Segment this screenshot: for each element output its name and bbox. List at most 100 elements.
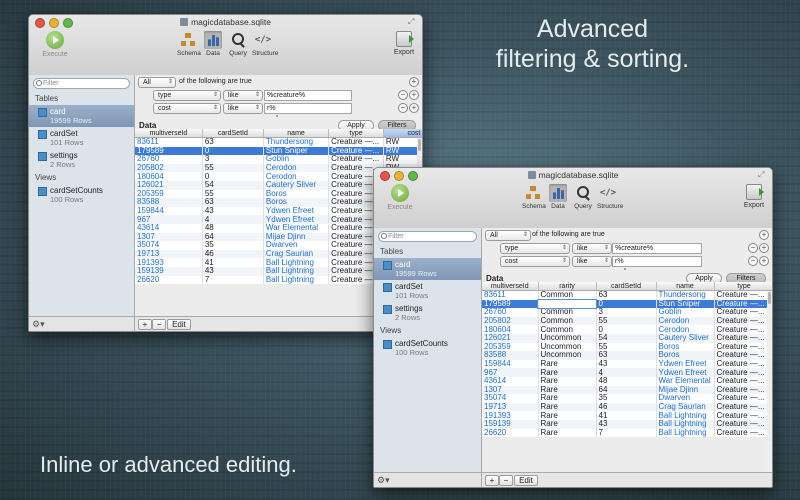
cell-type[interactable]: Creature —... [328,155,384,164]
cell-cardsetid[interactable]: 41 [596,411,657,420]
cell-multiverseid[interactable]: 83588 [135,198,203,207]
vertical-scrollbar[interactable] [767,291,772,472]
remove-filter-icon[interactable]: − [748,243,758,253]
table-row[interactable]: 191393 Rare 41 Ball Lightning Creature —... [482,411,772,420]
filter-op-select[interactable]: like [572,243,612,254]
cell-type[interactable]: Creature —... [714,394,772,403]
cell-rarity[interactable]: Rare [538,368,597,377]
cell-multiverseid[interactable]: 159139 [482,419,539,429]
sidebar-item-settings[interactable]: settings 2 Rows [374,302,481,324]
filter-value-input[interactable]: %creature% [612,243,702,254]
cell-name[interactable]: Ball Lightning [656,428,715,438]
cell-multiverseid[interactable]: 191393 [482,411,539,420]
table-row[interactable]: 205802 Common 55 Cerodon Creature —... [482,316,772,326]
edit-row-button[interactable]: Edit [167,319,191,330]
cell-rarity[interactable]: Common [538,290,597,300]
cell-type[interactable]: Creature —... [714,376,772,386]
table-row[interactable]: 35074 Rare 35 Dwarven Creature —... [482,394,772,403]
add-row-button[interactable]: + [138,319,152,330]
remove-filter-icon[interactable]: − [398,90,408,100]
schema-button[interactable]: Schema [177,29,201,57]
cell-name[interactable]: Boros [263,198,330,207]
cell-type[interactable]: Creature —... [714,316,772,326]
cell-cardsetid[interactable]: 48 [202,223,264,233]
cell-rarity[interactable]: Rare [538,419,597,429]
cell-cardsetid[interactable]: 43 [202,266,264,276]
cell-name[interactable]: Stun Sniper [263,146,330,156]
cell-cardsetid[interactable]: 64 [202,232,264,242]
cell-name[interactable]: Ydwen Efreet [656,368,715,377]
sidebar-filter-input[interactable]: Filter [33,78,130,89]
cell-rarity[interactable]: Uncommon [538,333,597,343]
cell-type[interactable]: Creature —... [714,359,772,369]
filter-op-select[interactable]: like [223,103,263,114]
cell-cardsetid[interactable]: 7 [596,428,657,438]
cell-name[interactable]: Ball Lightning [263,275,330,285]
cell-cardsetid[interactable]: 55 [202,189,264,199]
cell-multiverseid[interactable]: 180604 [482,325,539,334]
sidebar-filter-input[interactable]: Filter [378,231,477,242]
sidebar-item-cardsetcounts[interactable]: cardSetCounts 100 Rows [374,337,481,359]
cell-name[interactable]: Ball Lightning [656,419,715,429]
cell-type[interactable]: Creature —... [714,402,772,412]
cell-name[interactable]: Dwarven [263,241,330,250]
sidebar-item-card[interactable]: card 19599 Rows [374,258,481,280]
cell-name[interactable]: Thundersong [656,290,715,300]
cell-cardsetid[interactable]: 48 [596,376,657,386]
cell-multiverseid[interactable]: 19713 [482,402,539,412]
cell-type[interactable]: Creature —... [714,411,772,420]
data-button[interactable]: Data [202,29,224,57]
sidebar-item-cardsetcounts[interactable]: cardSetCounts 100 Rows [29,184,134,206]
execute-button[interactable]: Execute [380,184,420,211]
table-row[interactable]: 19713 Rare 46 Crag Saurian Creature —... [482,402,772,412]
cell-multiverseid[interactable]: 26760 [482,308,539,317]
cell-multiverseid[interactable]: 159844 [482,359,539,369]
cell-multiverseid[interactable]: 126021 [135,180,203,190]
cell-rarity[interactable]: Rare [538,359,597,369]
table-row[interactable]: 180604 Common 0 Cerodon Creature —... [482,325,772,334]
cell-type[interactable]: Creature —... [328,146,384,156]
table-row[interactable]: 26760 3 Goblin Creature —... RW [135,155,422,164]
column-header-type[interactable]: type [328,129,384,138]
cell-cardsetid[interactable]: 63 [202,198,264,207]
cell-multiverseid[interactable]: 83588 [482,351,539,360]
cell-cardsetid[interactable]: 43 [596,419,657,429]
delete-row-button[interactable]: − [499,475,513,486]
cell-rarity[interactable]: New value [537,298,597,310]
cell-cardsetid[interactable]: 46 [202,249,264,259]
cell-rarity[interactable]: Common [538,308,597,317]
cell-name[interactable]: Stun Sniper [656,299,715,309]
delete-row-button[interactable]: − [152,319,166,330]
cell-cardsetid[interactable]: 4 [596,368,657,377]
cell-type[interactable]: Creature —... [714,325,772,334]
cell-name[interactable]: Ball Lightning [263,266,330,276]
cell-rarity[interactable]: Rare [538,428,597,438]
cell-multiverseid[interactable]: 179589 [482,299,539,309]
table-row[interactable]: 1307 Rare 64 Mijae Djinn Creature —... [482,385,772,395]
cell-multiverseid[interactable]: 35074 [135,241,203,250]
filter-field-select[interactable]: type [153,90,221,101]
column-header-cardsetid[interactable]: cardSetId [202,129,264,138]
cell-type[interactable]: Creature —... [714,333,772,343]
cell-name[interactable]: Ball Lightning [263,258,330,267]
cell-cardsetid[interactable]: 35 [596,394,657,403]
table-row[interactable]: 179589 New value 0 Stun Sniper Creature —... [482,298,772,310]
cell-name[interactable]: War Elemental [656,376,715,386]
remove-filter-icon[interactable]: − [748,256,758,266]
edit-row-button[interactable]: Edit [514,475,538,486]
cell-type[interactable]: Creature —... [328,137,384,147]
cell-cardsetid[interactable]: 63 [596,351,657,360]
table-row[interactable]: 159139 Rare 43 Ball Lightning Creature —... [482,419,772,429]
cell-cardsetid[interactable]: 41 [202,258,264,267]
cell-cardsetid[interactable]: 43 [202,206,264,216]
cell-cardsetid[interactable]: 63 [202,137,264,147]
filter-op-select[interactable]: like [572,256,612,267]
cell-multiverseid[interactable]: 159139 [135,266,203,276]
table-row[interactable]: 159844 Rare 43 Ydwen Efreet Creature —... [482,359,772,369]
table-row[interactable]: 26620 Rare 7 Ball Lightning Creature —... [482,428,772,438]
cell-rarity[interactable]: Rare [538,394,597,403]
cell-multiverseid[interactable]: 83611 [135,137,203,147]
cell-cardsetid[interactable]: 7 [202,275,264,285]
cell-multiverseid[interactable]: 967 [135,215,203,224]
cell-cardsetid[interactable]: 55 [596,316,657,326]
